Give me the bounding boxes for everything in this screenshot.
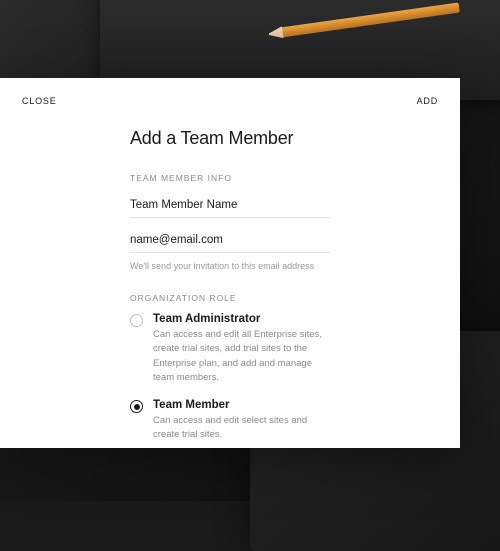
role-description: Can access and edit select sites and cre… [153,414,330,443]
modal-title: Add a Team Member [130,128,330,149]
add-button[interactable]: ADD [417,96,438,106]
email-helper-text: We'll send your invitation to this email… [130,261,330,271]
team-member-info-label: TEAM MEMBER INFO [130,173,330,183]
role-option-administrator[interactable]: Team Administrator Can access and edit a… [130,313,330,385]
add-team-member-modal: CLOSE ADD Add a Team Member TEAM MEMBER … [0,78,460,448]
modal-body: Add a Team Member TEAM MEMBER INFO We'll… [0,106,460,477]
role-description: Can access and edit all Enterprise sites… [153,328,330,385]
modal-header: CLOSE ADD [0,78,460,106]
role-text: Team Member Can access and edit select s… [153,399,330,443]
radio-icon [130,400,143,413]
close-button[interactable]: CLOSE [22,96,57,106]
team-member-name-input[interactable] [130,193,330,218]
role-option-member[interactable]: Team Member Can access and edit select s… [130,399,330,443]
radio-icon [130,314,143,327]
role-title: Team Administrator [153,313,330,325]
organization-role-label: ORGANIZATION ROLE [130,293,330,303]
role-text: Team Administrator Can access and edit a… [153,313,330,385]
team-member-email-input[interactable] [130,228,330,253]
role-title: Team Member [153,399,330,411]
